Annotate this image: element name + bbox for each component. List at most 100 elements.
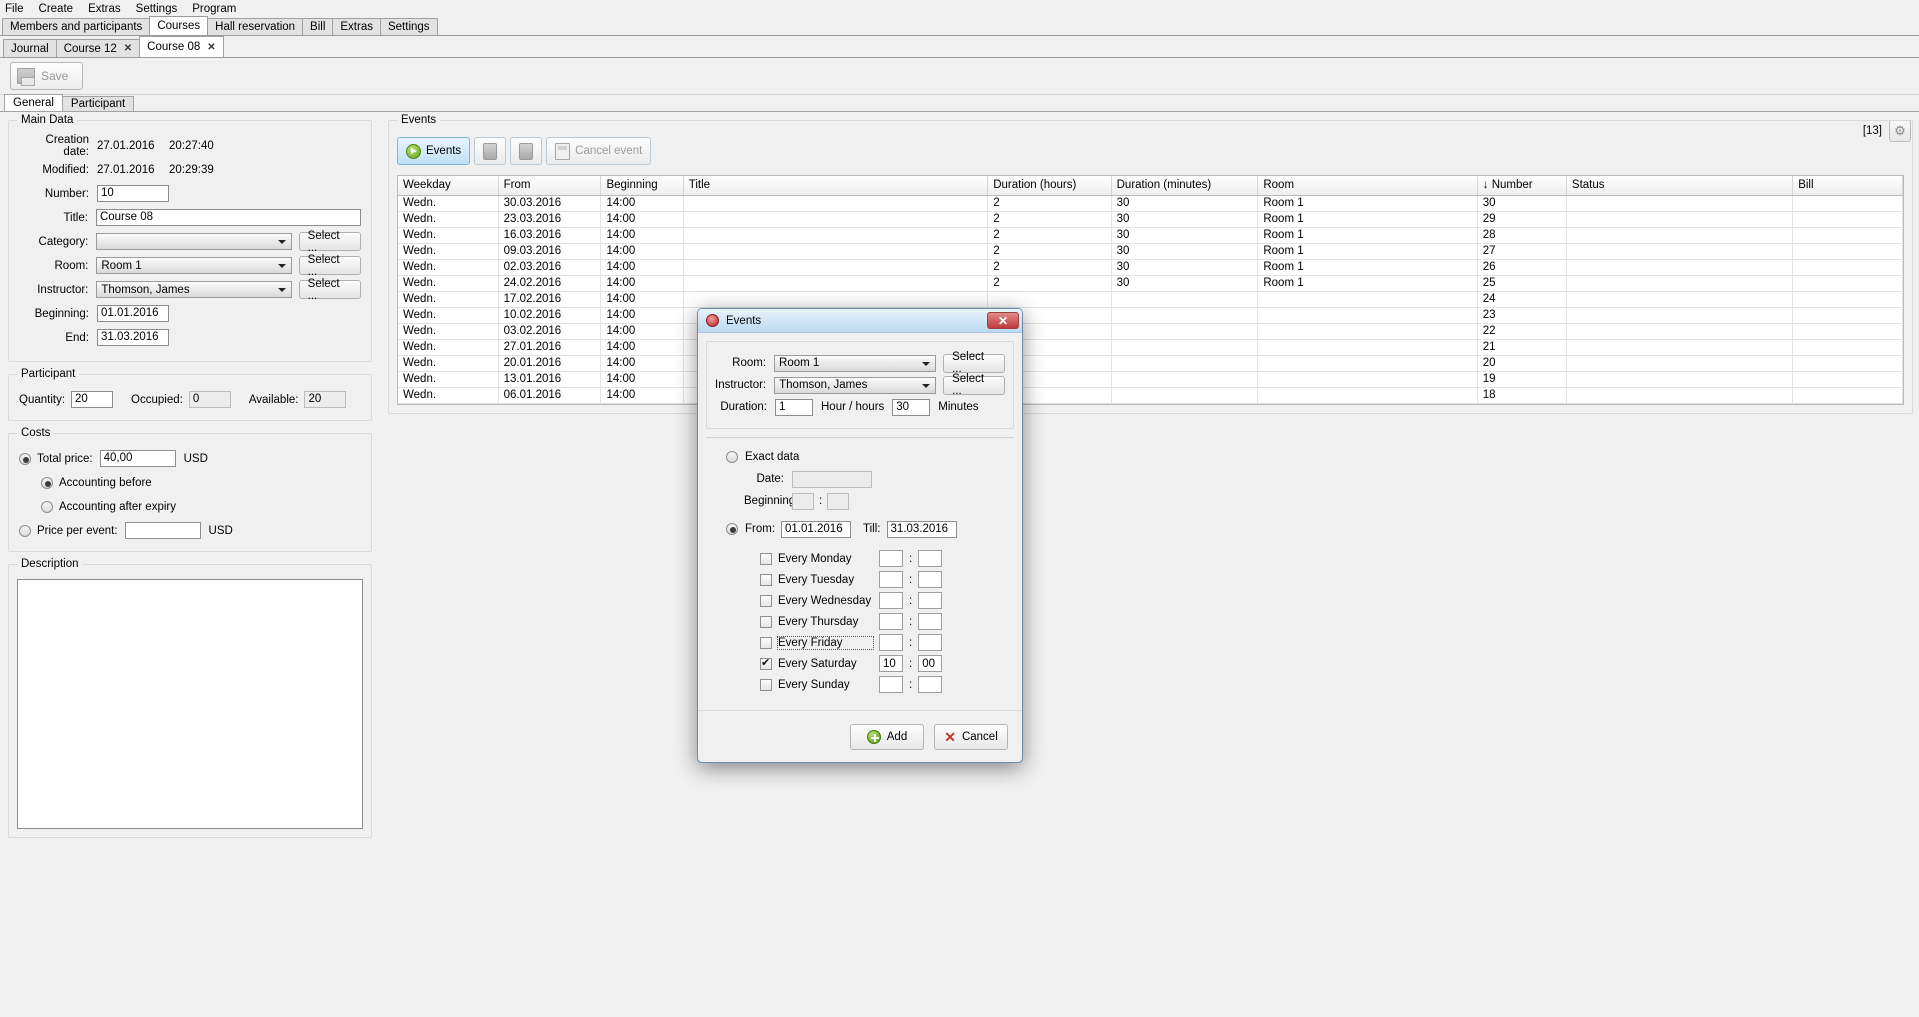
- menu-item-file[interactable]: File: [5, 3, 24, 15]
- price-per-event-radio[interactable]: [19, 525, 31, 537]
- tab-bill[interactable]: Bill: [302, 18, 333, 35]
- room-select[interactable]: Room 1: [96, 257, 291, 274]
- price-per-event-input[interactable]: [125, 522, 201, 539]
- tab-members-and-participants[interactable]: Members and participants: [2, 18, 150, 35]
- instructor-select[interactable]: Thomson, James: [96, 281, 291, 298]
- dialog-duration-hours-input[interactable]: 1: [775, 399, 813, 416]
- room-select-button[interactable]: Select ...: [299, 256, 361, 275]
- table-row[interactable]: Wedn.03.02.201614:0022: [398, 323, 1903, 339]
- dialog-instructor-select-button[interactable]: Select ...: [943, 376, 1005, 395]
- number-input[interactable]: 10: [97, 185, 169, 202]
- exact-data-radio[interactable]: [726, 451, 738, 463]
- weekday-hour-input[interactable]: [879, 634, 903, 651]
- weekday-checkbox[interactable]: [760, 679, 772, 691]
- instructor-select-button[interactable]: Select ...: [299, 280, 361, 299]
- col-weekday[interactable]: Weekday: [398, 176, 498, 195]
- col-status[interactable]: Status: [1566, 176, 1792, 195]
- table-row[interactable]: Wedn.17.02.201614:0024: [398, 291, 1903, 307]
- sub-tab-participant[interactable]: Participant: [62, 96, 134, 111]
- table-row[interactable]: Wedn.10.02.201614:0023: [398, 307, 1903, 323]
- menu-item-create[interactable]: Create: [39, 3, 74, 15]
- accounting-after-radio[interactable]: [41, 501, 53, 513]
- table-row[interactable]: Wedn.24.02.201614:00230Room 125: [398, 275, 1903, 291]
- events-button[interactable]: Events: [397, 137, 470, 165]
- col-bill[interactable]: Bill: [1793, 176, 1903, 195]
- save-button[interactable]: Save: [10, 62, 83, 90]
- col-duration-minutes[interactable]: Duration (minutes): [1111, 176, 1258, 195]
- menu-item-extras[interactable]: Extras: [88, 3, 121, 15]
- weekday-hour-input[interactable]: [879, 613, 903, 630]
- col-number[interactable]: ↓ Number: [1477, 176, 1566, 195]
- tab-settings[interactable]: Settings: [380, 18, 438, 35]
- table-row[interactable]: Wedn.16.03.201614:00230Room 128: [398, 227, 1903, 243]
- weekday-minute-input[interactable]: [918, 634, 942, 651]
- weekday-checkbox[interactable]: [760, 553, 772, 565]
- weekday-hour-input[interactable]: [879, 676, 903, 693]
- doc-tab-course-12[interactable]: Course 12 ✕: [56, 39, 140, 57]
- weekday-checkbox[interactable]: [760, 595, 772, 607]
- table-row[interactable]: Wedn.20.01.201614:0020: [398, 355, 1903, 371]
- close-icon[interactable]: ✕: [207, 42, 215, 53]
- category-select[interactable]: [96, 233, 291, 250]
- weekday-hour-input[interactable]: [879, 571, 903, 588]
- table-row[interactable]: Wedn.13.01.201614:0019: [398, 371, 1903, 387]
- accounting-before-radio[interactable]: [41, 477, 53, 489]
- weekday-hour-input[interactable]: [879, 550, 903, 567]
- quantity-input[interactable]: 20: [71, 391, 113, 408]
- edit-event-button[interactable]: [474, 137, 506, 165]
- dialog-title-bar[interactable]: Events ✕: [698, 309, 1022, 333]
- col-title[interactable]: Title: [683, 176, 987, 195]
- doc-tab-course-08[interactable]: Course 08 ✕: [139, 36, 223, 57]
- table-row[interactable]: Wedn.30.03.201614:00230Room 130: [398, 195, 1903, 211]
- table-row[interactable]: Wedn.09.03.201614:00230Room 127: [398, 243, 1903, 259]
- weekday-minute-input[interactable]: 00: [918, 655, 942, 672]
- dialog-beginning-hour-input[interactable]: [792, 493, 814, 510]
- dialog-add-button[interactable]: Add: [850, 724, 924, 750]
- dialog-duration-minutes-input[interactable]: 30: [892, 399, 930, 416]
- category-select-button[interactable]: Select ...: [299, 232, 361, 251]
- col-room[interactable]: Room: [1258, 176, 1477, 195]
- col-beginning[interactable]: Beginning: [601, 176, 683, 195]
- weekday-checkbox[interactable]: [760, 574, 772, 586]
- title-input[interactable]: Course 08: [96, 209, 361, 226]
- sub-tab-general[interactable]: General: [4, 94, 63, 111]
- total-price-radio[interactable]: [19, 453, 31, 465]
- weekday-minute-input[interactable]: [918, 571, 942, 588]
- dialog-till-input[interactable]: 31.03.2016: [887, 521, 957, 538]
- dialog-room-select-button[interactable]: Select ...: [943, 354, 1005, 373]
- weekday-hour-input[interactable]: [879, 592, 903, 609]
- weekday-checkbox[interactable]: [760, 658, 772, 670]
- dialog-instructor-select[interactable]: Thomson, James: [774, 377, 936, 394]
- dialog-room-select[interactable]: Room 1: [774, 355, 936, 372]
- tab-extras[interactable]: Extras: [332, 18, 381, 35]
- close-icon[interactable]: ✕: [124, 43, 132, 54]
- description-textarea[interactable]: [17, 579, 363, 829]
- dialog-date-input[interactable]: [792, 471, 872, 488]
- cancel-event-button[interactable]: Cancel event: [546, 137, 651, 165]
- total-price-input[interactable]: 40,00: [100, 450, 176, 467]
- col-from[interactable]: From: [498, 176, 601, 195]
- menu-item-settings[interactable]: Settings: [136, 3, 178, 15]
- col-duration-hours[interactable]: Duration (hours): [988, 176, 1111, 195]
- table-row[interactable]: Wedn.27.01.201614:0021: [398, 339, 1903, 355]
- weekday-minute-input[interactable]: [918, 613, 942, 630]
- doc-tab-journal[interactable]: Journal: [3, 39, 57, 57]
- table-row[interactable]: Wedn.06.01.201614:0018: [398, 387, 1903, 403]
- dialog-beginning-minute-input[interactable]: [827, 493, 849, 510]
- beginning-input[interactable]: 01.01.2016: [97, 305, 169, 322]
- end-input[interactable]: 31.03.2016: [97, 329, 169, 346]
- menu-item-program[interactable]: Program: [192, 3, 236, 15]
- weekday-checkbox[interactable]: [760, 637, 772, 649]
- tab-hall-reservation[interactable]: Hall reservation: [207, 18, 303, 35]
- table-row[interactable]: Wedn.02.03.201614:00230Room 126: [398, 259, 1903, 275]
- from-radio[interactable]: [726, 523, 738, 535]
- weekday-minute-input[interactable]: [918, 550, 942, 567]
- weekday-minute-input[interactable]: [918, 592, 942, 609]
- weekday-hour-input[interactable]: 10: [879, 655, 903, 672]
- dialog-close-button[interactable]: ✕: [987, 312, 1019, 329]
- delete-event-button[interactable]: [510, 137, 542, 165]
- dialog-from-input[interactable]: 01.01.2016: [781, 521, 851, 538]
- weekday-minute-input[interactable]: [918, 676, 942, 693]
- table-row[interactable]: Wedn.23.03.201614:00230Room 129: [398, 211, 1903, 227]
- dialog-cancel-button[interactable]: ✕ Cancel: [934, 724, 1008, 750]
